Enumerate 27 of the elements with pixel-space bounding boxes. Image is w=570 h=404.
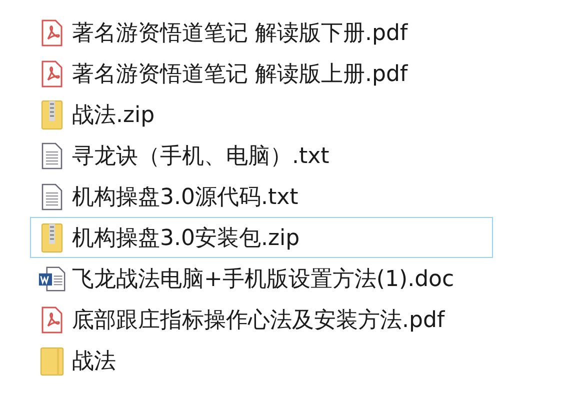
zip-folder-icon	[41, 222, 63, 252]
file-name: 著名游资悟道笔记 解读版下册.pdf	[72, 20, 408, 48]
file-item[interactable]: 机构操盘3.0源代码.txt	[30, 176, 493, 217]
file-item[interactable]: 战法	[30, 340, 493, 381]
file-item[interactable]: 底部跟庄指标操作心法及安装方法.pdf	[30, 299, 493, 340]
file-item[interactable]: 著名游资悟道笔记 解读版上册.pdf	[30, 53, 493, 94]
pdf-file-icon	[41, 18, 63, 46]
text-file-icon	[41, 182, 63, 210]
file-name: 战法	[72, 348, 116, 376]
file-name: 飞龙战法电脑+手机版设置方法(1).doc	[72, 266, 454, 294]
file-item[interactable]: 机构操盘3.0安装包.zip	[30, 217, 493, 258]
file-name: 著名游资悟道笔记 解读版上册.pdf	[72, 60, 408, 88]
word-document-icon	[38, 264, 66, 292]
folder-icon	[40, 346, 64, 376]
pdf-file-icon	[41, 306, 63, 334]
file-name: 战法.zip	[72, 102, 155, 130]
zip-folder-icon	[41, 100, 63, 130]
pdf-file-icon	[41, 60, 63, 88]
file-item[interactable]: 战法.zip	[30, 94, 493, 135]
file-item[interactable]: 寻龙诀（手机、电脑）.txt	[30, 135, 493, 176]
file-name: 机构操盘3.0源代码.txt	[72, 184, 298, 212]
file-name: 寻龙诀（手机、电脑）.txt	[72, 142, 330, 170]
file-item[interactable]: 著名游资悟道笔记 解读版下册.pdf	[30, 12, 493, 53]
file-name: 机构操盘3.0安装包.zip	[72, 224, 300, 252]
text-file-icon	[41, 142, 63, 170]
file-item[interactable]: 飞龙战法电脑+手机版设置方法(1).doc	[30, 258, 493, 299]
file-name: 底部跟庄指标操作心法及安装方法.pdf	[72, 306, 445, 334]
